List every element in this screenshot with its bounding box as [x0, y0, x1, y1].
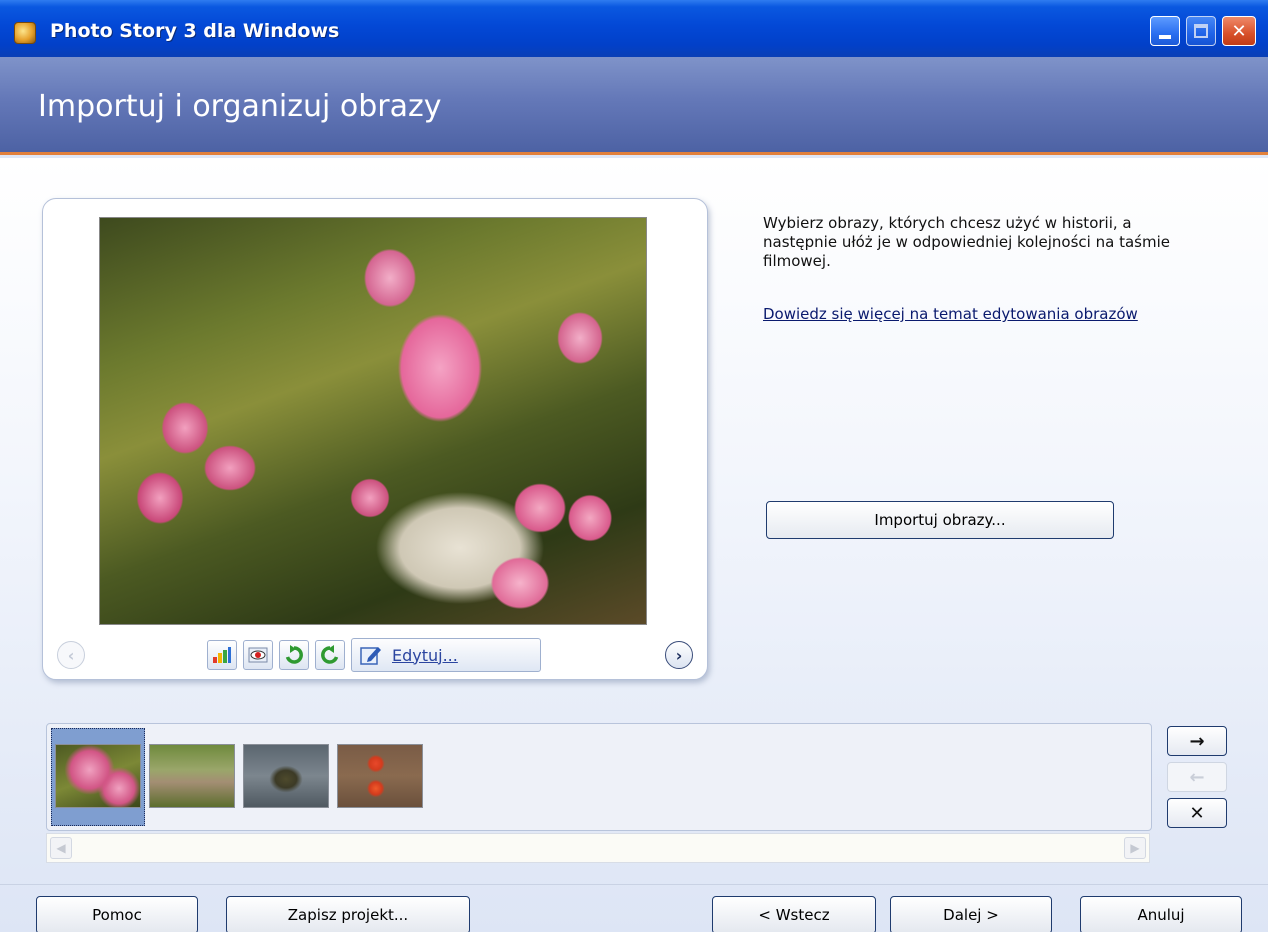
auto-levels-button[interactable]	[207, 640, 237, 670]
scroll-right-icon: ▶	[1130, 841, 1140, 855]
red-eye-button[interactable]	[243, 640, 273, 670]
photo-story-app-icon	[14, 22, 36, 44]
rotate-right-button[interactable]	[315, 640, 345, 670]
pond-thumbnail[interactable]	[243, 744, 329, 808]
rotate-left-icon	[285, 645, 303, 664]
red-eye-icon	[248, 647, 268, 663]
chevron-left-icon: ‹	[67, 645, 75, 665]
maximize-icon	[1194, 24, 1208, 38]
previous-image-button[interactable]: ‹	[57, 641, 85, 669]
delete-image-button[interactable]: ✕	[1167, 798, 1227, 828]
edit-pencil-icon	[360, 647, 381, 665]
image-toolbar: Edytuj...	[207, 637, 541, 673]
cancel-button[interactable]: Anuluj	[1080, 896, 1242, 932]
move-right-button[interactable]: →	[1167, 726, 1227, 756]
chevron-right-icon: ›	[675, 645, 683, 665]
scroll-right-button[interactable]: ▶	[1124, 837, 1146, 859]
flowers-thumbnail[interactable]	[337, 744, 423, 808]
maximize-button[interactable]	[1186, 16, 1216, 46]
rotate-left-button[interactable]	[279, 640, 309, 670]
delete-icon: ✕	[1189, 802, 1205, 824]
instructions-text: Wybierz obrazy, których chcesz użyć w hi…	[763, 214, 1170, 270]
filmstrip-scrollbar[interactable]: ◀ ▶	[46, 833, 1150, 863]
rotate-right-icon	[321, 645, 339, 664]
auto-levels-icon	[213, 647, 231, 663]
footer-divider	[0, 884, 1268, 885]
scroll-left-icon: ◀	[56, 841, 66, 855]
main-area: ‹ Edytuj... › Wybierz obrazy, których ch…	[0, 158, 1268, 932]
close-icon: ✕	[1231, 20, 1247, 42]
move-left-button[interactable]: ←	[1167, 762, 1227, 792]
page-header: Importuj i organizuj obrazy	[0, 57, 1268, 155]
help-button[interactable]: Pomoc	[36, 896, 198, 932]
learn-more-link[interactable]: Dowiedz się więcej na temat edytowania o…	[763, 305, 1138, 323]
import-pictures-button[interactable]: Importuj obrazy...	[766, 501, 1114, 539]
edit-button[interactable]: Edytuj...	[351, 638, 541, 672]
next-button[interactable]: Dalej >	[890, 896, 1052, 932]
image-preview-panel: ‹ Edytuj... ›	[42, 198, 708, 680]
minimize-button[interactable]	[1150, 16, 1180, 46]
meadow-thumbnail[interactable]	[149, 744, 235, 808]
filmstrip	[46, 723, 1152, 831]
scroll-left-button[interactable]: ◀	[50, 837, 72, 859]
page-title: Importuj i organizuj obrazy	[38, 89, 442, 124]
magnolia-thumbnail[interactable]	[55, 744, 141, 808]
preview-image	[99, 217, 647, 625]
next-image-button[interactable]: ›	[665, 641, 693, 669]
save-project-button[interactable]: Zapisz projekt...	[226, 896, 470, 932]
close-button[interactable]: ✕	[1222, 16, 1256, 46]
minimize-icon	[1159, 35, 1171, 39]
title-bar: Photo Story 3 dla Windows ✕	[0, 0, 1268, 57]
edit-button-label: Edytuj...	[392, 645, 458, 665]
back-button[interactable]: < Wstecz	[712, 896, 876, 932]
window-title: Photo Story 3 dla Windows	[50, 20, 340, 42]
arrow-left-icon: ←	[1189, 766, 1205, 788]
arrow-right-icon: →	[1189, 730, 1205, 752]
